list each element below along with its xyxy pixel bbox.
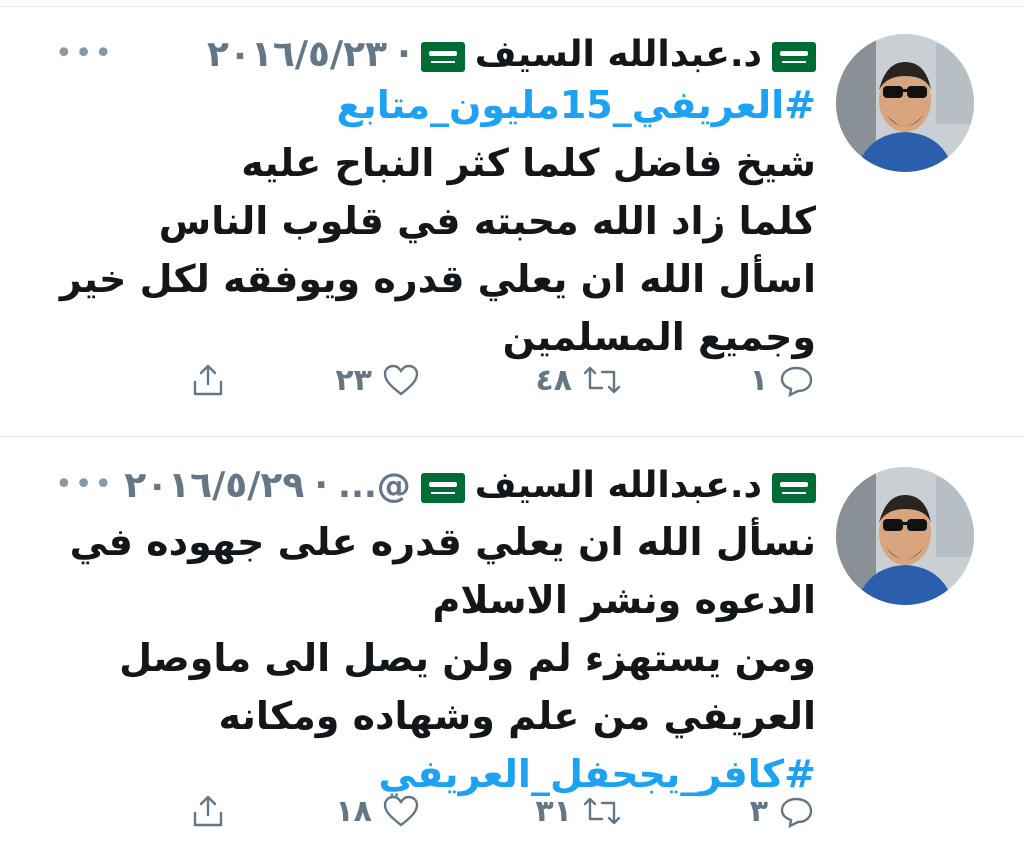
retweet-button[interactable]: ٣١ <box>535 793 622 829</box>
avatar-photo <box>836 467 974 605</box>
tweet-actions: ٣ ٣١ ١٨ <box>0 793 1024 843</box>
share-icon <box>193 795 223 827</box>
saudi-flag-icon <box>420 471 465 503</box>
separator-dot: · <box>397 34 411 75</box>
avatar[interactable] <box>836 467 974 605</box>
saudi-flag-icon <box>772 471 816 503</box>
like-button[interactable]: ١٨ <box>335 793 420 829</box>
reply-icon <box>780 797 813 829</box>
retweet-icon <box>583 366 621 394</box>
tweet-text-line: شيخ فاضل كلما كثر النباح عليه <box>241 141 816 185</box>
tweet-text-line: الدعوه ونشر الاسلام <box>432 578 816 622</box>
tweet-text-line: كلما زاد الله محبته في قلوب الناس <box>158 199 816 243</box>
author-name[interactable]: د.عبدالله السيف <box>475 34 762 75</box>
share-button[interactable] <box>190 362 226 398</box>
retweet-button[interactable]: ٤٨ <box>535 362 622 398</box>
more-options-icon[interactable]: ••• <box>55 467 114 502</box>
reply-count: ٣ <box>749 793 768 829</box>
tweet-date[interactable]: ٢٠١٦/٥/٢٣ <box>207 34 387 75</box>
author-name[interactable]: د.عبدالله السيف <box>475 465 762 506</box>
like-icon <box>383 364 419 396</box>
reply-button[interactable]: ١ <box>750 362 814 398</box>
reply-button[interactable]: ٣ <box>750 793 814 829</box>
hashtag-link[interactable]: #العريفي_15مليون_متابع <box>96 76 816 134</box>
author-handle[interactable]: @... <box>338 466 411 506</box>
avatar[interactable] <box>836 34 974 172</box>
retweet-count: ٣١ <box>535 793 572 829</box>
tweet-text: نسأل الله ان يعلي قدره على جهوده في الدع… <box>69 513 816 803</box>
tweet-text-line: اسأل الله ان يعلي قدره ويوفقه لكل خير <box>59 257 816 301</box>
tweet-header: د.عبدالله السيف @... · ٢٠١٦/٥/٢٩ <box>124 465 816 506</box>
retweet-count: ٤٨ <box>535 362 572 398</box>
saudi-flag-icon <box>772 40 816 72</box>
reply-count: ١ <box>749 362 768 398</box>
share-button[interactable] <box>190 793 226 829</box>
like-icon <box>383 795 419 827</box>
tweet-text-line: ومن يستهزء لم ولن يصل الى ماوصل <box>119 636 816 680</box>
tweet-1[interactable]: د.عبدالله السيف · ٢٠١٦/٥/٢٣ ••• #العريفي… <box>0 0 1024 434</box>
tweet-text-line: وجميع المسلمين <box>502 315 816 359</box>
like-count: ٢٣ <box>335 362 372 398</box>
more-options-icon[interactable]: ••• <box>55 36 114 71</box>
reply-icon <box>780 366 813 398</box>
tweet-actions: ١ ٤٨ ٢٣ <box>0 362 1024 412</box>
saudi-flag-icon <box>420 40 465 72</box>
tweet-header: د.عبدالله السيف · ٢٠١٦/٥/٢٣ <box>207 34 816 75</box>
share-icon <box>193 364 223 396</box>
tweet-text-line: العريفي من علم وشهاده ومكانه <box>218 694 816 738</box>
avatar-photo <box>836 34 974 172</box>
retweet-icon <box>583 797 621 825</box>
tweet-2[interactable]: د.عبدالله السيف @... · ٢٠١٦/٥/٢٩ ••• نسأ… <box>0 437 1024 866</box>
tweet-date[interactable]: ٢٠١٦/٥/٢٩ <box>124 465 304 506</box>
like-button[interactable]: ٢٣ <box>335 362 420 398</box>
like-count: ١٨ <box>335 793 372 829</box>
separator-dot: · <box>314 465 329 506</box>
tweet-text: #العريفي_15مليون_متابع شيخ فاضل كلما كثر… <box>59 76 816 366</box>
tweet-text-line: نسأل الله ان يعلي قدره على جهوده في <box>69 520 816 564</box>
